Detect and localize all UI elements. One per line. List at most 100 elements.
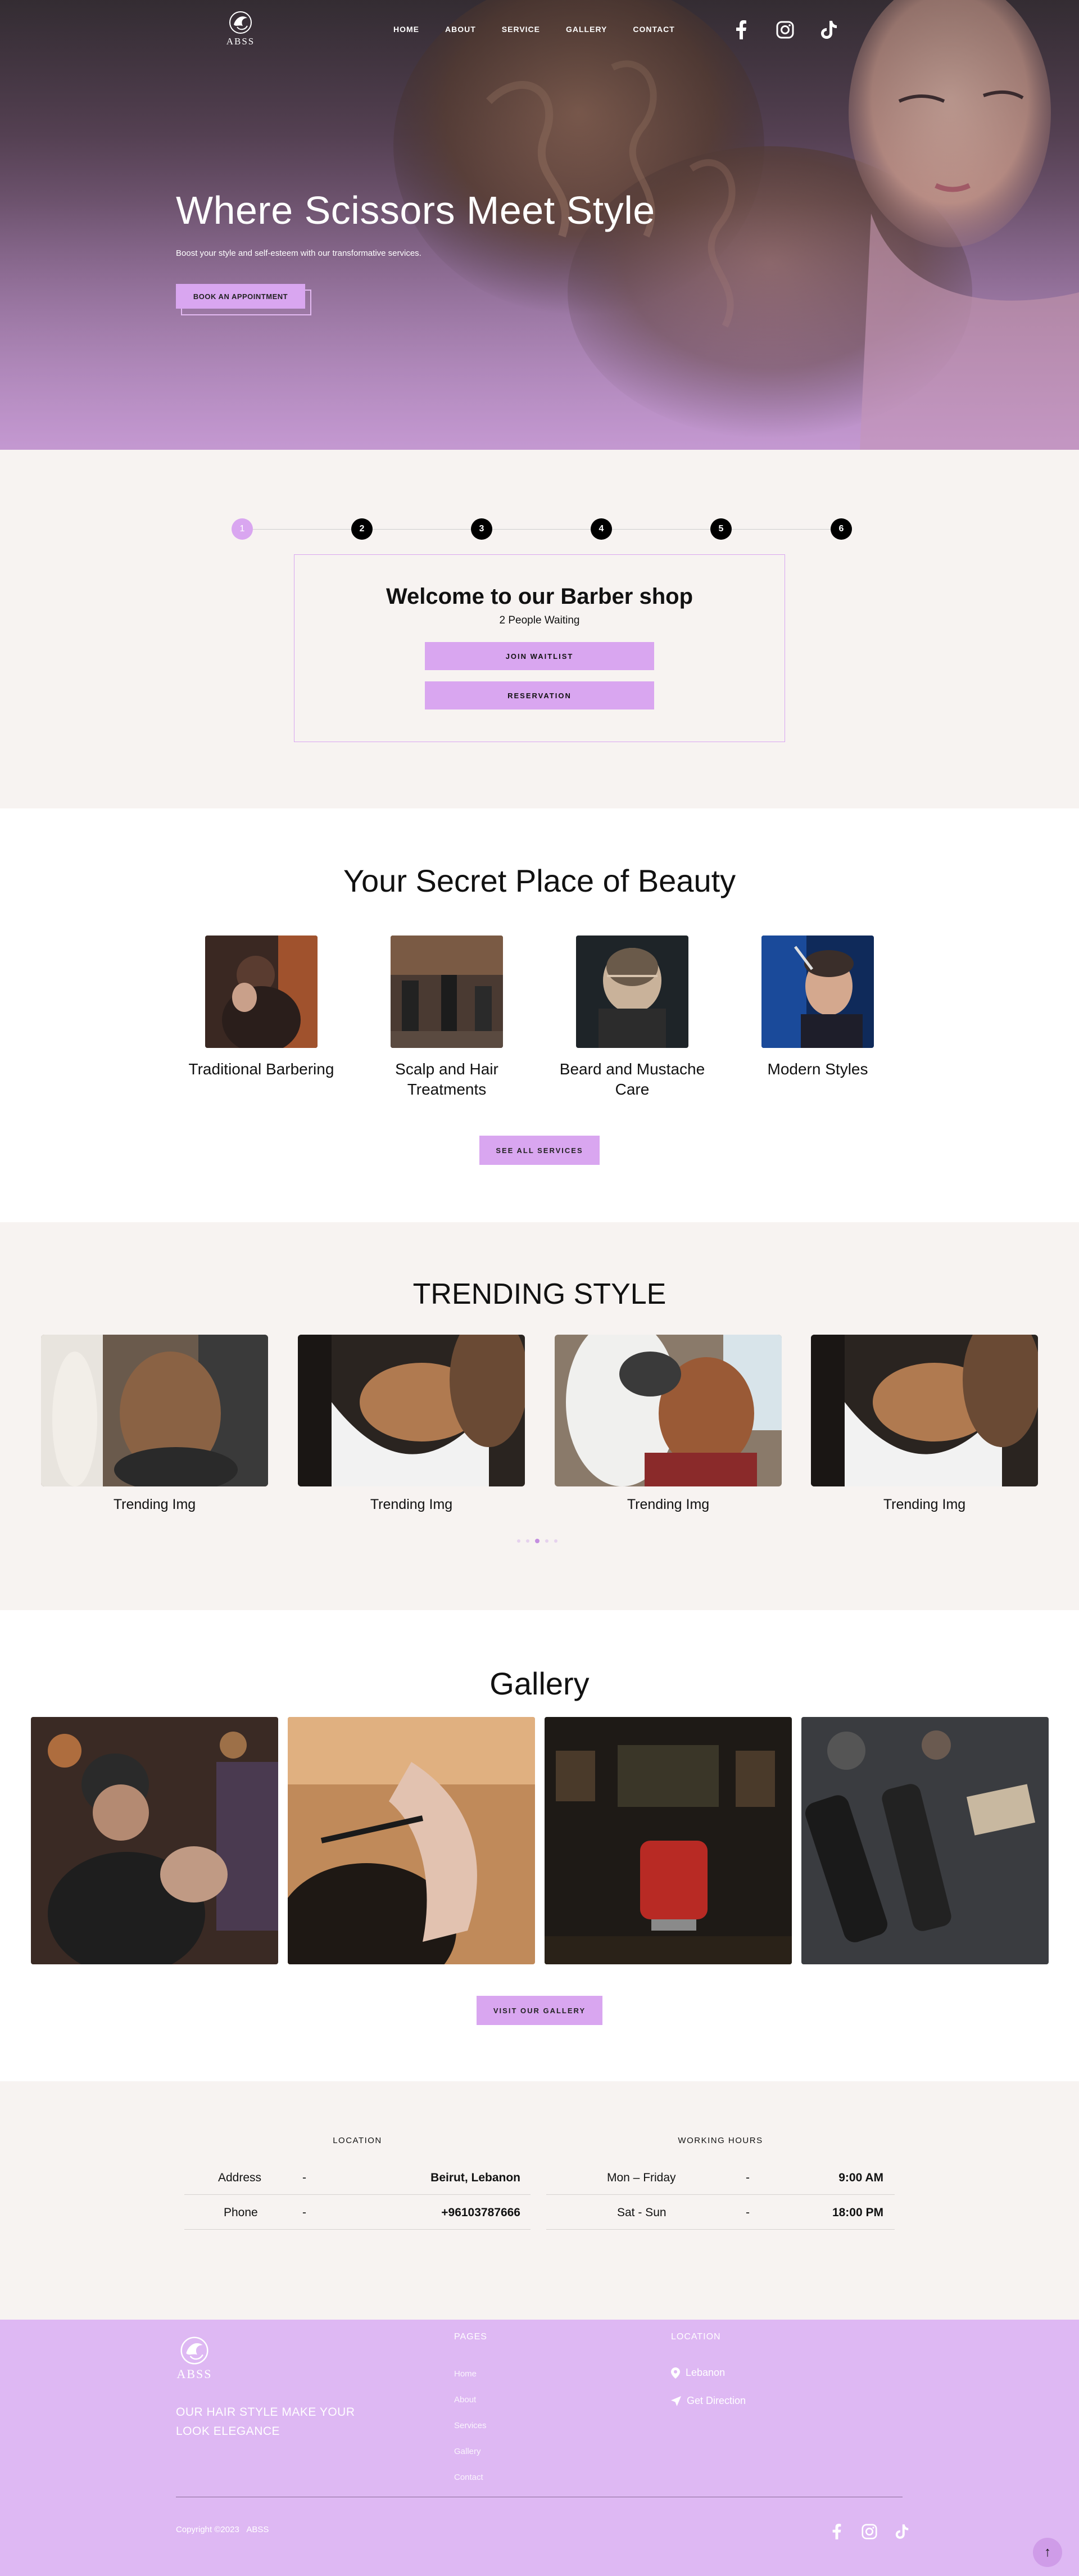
service-image bbox=[576, 936, 688, 1048]
facebook-icon[interactable] bbox=[731, 19, 752, 40]
nav-gallery[interactable]: GALLERY bbox=[566, 25, 607, 34]
step-5[interactable]: 5 bbox=[710, 518, 732, 540]
stepper-line bbox=[242, 529, 841, 530]
carousel-dot[interactable] bbox=[545, 1539, 548, 1543]
map-pin-icon bbox=[671, 2367, 680, 2379]
tiktok-icon[interactable] bbox=[891, 2521, 913, 2542]
gallery-image[interactable] bbox=[288, 1717, 535, 1964]
location-heading: LOCATION bbox=[333, 2136, 382, 2145]
brand-name: ABSS bbox=[226, 36, 255, 47]
main-nav: HOME ABOUT SERVICE GALLERY CONTACT bbox=[393, 25, 675, 34]
copyright: Copyright ©2023 ABSS bbox=[176, 2525, 269, 2534]
facebook-icon[interactable] bbox=[826, 2521, 847, 2542]
gallery-image[interactable] bbox=[31, 1717, 278, 1964]
footer-link-gallery[interactable]: Gallery bbox=[454, 2447, 481, 2456]
trending-section: TRENDING STYLE Trending Img Trending Img… bbox=[0, 1222, 1079, 1610]
info-value: 9:00 AM bbox=[838, 2171, 883, 2184]
footer-link-services[interactable]: Services bbox=[454, 2421, 487, 2430]
tiktok-icon[interactable] bbox=[818, 19, 840, 40]
step-6[interactable]: 6 bbox=[831, 518, 852, 540]
carousel-dot[interactable] bbox=[526, 1539, 529, 1543]
info-separator: - bbox=[746, 2206, 750, 2219]
weekday-hours-row: Mon – Friday - 9:00 AM bbox=[546, 2160, 895, 2195]
footer-link-contact[interactable]: Contact bbox=[454, 2473, 483, 2482]
info-value: Beirut, Lebanon bbox=[430, 2171, 520, 2184]
carousel-dot-active[interactable] bbox=[535, 1539, 540, 1543]
back-to-top-button[interactable]: ↑ bbox=[1033, 2538, 1062, 2567]
footer-brand-name: ABSS bbox=[176, 2367, 212, 2381]
address-row: Address - Beirut, Lebanon bbox=[184, 2160, 531, 2195]
footer-logo[interactable]: ABSS bbox=[176, 2335, 213, 2381]
nav-service[interactable]: SERVICE bbox=[502, 25, 540, 34]
working-hours-heading: WORKING HOURS bbox=[678, 2136, 763, 2145]
services-title: Your Secret Place of Beauty bbox=[343, 863, 736, 898]
logo-mark-icon bbox=[180, 2337, 208, 2365]
step-3[interactable]: 3 bbox=[471, 518, 492, 540]
footer-link-home[interactable]: Home bbox=[454, 2369, 477, 2379]
step-2[interactable]: 2 bbox=[351, 518, 373, 540]
gallery-section: Gallery VISIT OUR GALLERY bbox=[0, 1610, 1079, 2081]
trending-card[interactable]: Trending Img bbox=[555, 1335, 782, 1513]
carousel-dot[interactable] bbox=[554, 1539, 557, 1543]
logo-mark-icon bbox=[229, 11, 252, 34]
see-all-services-button[interactable]: SEE ALL SERVICES bbox=[479, 1136, 600, 1165]
info-separator: - bbox=[302, 2206, 306, 2219]
trending-card[interactable]: Trending Img bbox=[41, 1335, 268, 1513]
gallery-image[interactable] bbox=[545, 1717, 792, 1964]
visit-gallery-button[interactable]: VISIT OUR GALLERY bbox=[477, 1996, 602, 2025]
footer-link-about[interactable]: About bbox=[454, 2395, 476, 2405]
nav-about[interactable]: ABOUT bbox=[445, 25, 476, 34]
trending-title: TRENDING STYLE bbox=[412, 1278, 667, 1310]
trending-name: Trending Img bbox=[113, 1497, 196, 1512]
waitlist-card: Welcome to our Barber shop 2 People Wait… bbox=[294, 554, 785, 742]
book-appointment-button[interactable]: BOOK AN APPOINTMENT bbox=[176, 284, 305, 309]
service-name: Modern Styles bbox=[767, 1060, 868, 1078]
trending-card[interactable]: Trending Img bbox=[811, 1335, 1038, 1513]
instagram-icon[interactable] bbox=[859, 2521, 880, 2542]
trending-card[interactable]: Trending Img bbox=[298, 1335, 525, 1513]
service-card[interactable]: Beard and Mustache Care bbox=[548, 936, 717, 1100]
carousel-dot[interactable] bbox=[517, 1539, 520, 1543]
waitlist-title: Welcome to our Barber shop bbox=[386, 584, 693, 609]
header-social-links bbox=[731, 19, 840, 40]
info-value: 18:00 PM bbox=[832, 2206, 883, 2219]
trending-image bbox=[811, 1335, 1038, 1486]
info-label: Sat - Sun bbox=[617, 2206, 667, 2219]
footer-social-links bbox=[826, 2521, 913, 2542]
nav-contact[interactable]: CONTACT bbox=[633, 25, 674, 34]
service-card[interactable]: Modern Styles bbox=[733, 936, 902, 1079]
instagram-icon[interactable] bbox=[774, 19, 796, 40]
brand-logo[interactable]: ABSS bbox=[226, 10, 255, 47]
navigation-arrow-icon bbox=[671, 2396, 681, 2406]
service-card[interactable]: Scalp and Hair Treatments bbox=[362, 936, 531, 1100]
step-1[interactable]: 1 bbox=[232, 518, 253, 540]
copyright-text: Copyright ©2023 bbox=[176, 2525, 239, 2534]
nav-home[interactable]: HOME bbox=[393, 25, 419, 34]
footer-location-text: Lebanon bbox=[686, 2367, 726, 2378]
gallery-image[interactable] bbox=[801, 1717, 1049, 1964]
info-label: Address bbox=[218, 2171, 262, 2184]
info-label: Phone bbox=[224, 2206, 258, 2219]
step-4[interactable]: 4 bbox=[591, 518, 612, 540]
get-direction-link[interactable]: Get Direction bbox=[671, 2395, 746, 2407]
reservation-button[interactable]: RESERVATION bbox=[425, 681, 654, 709]
trending-name: Trending Img bbox=[627, 1497, 710, 1512]
join-waitlist-button[interactable]: JOIN WAITLIST bbox=[425, 642, 654, 670]
footer-location[interactable]: Lebanon bbox=[671, 2367, 725, 2379]
trending-name: Trending Img bbox=[883, 1497, 966, 1512]
waitlist-section: 1 2 3 4 5 6 Welcome to our Barber shop 2… bbox=[0, 450, 1079, 808]
get-direction-text: Get Direction bbox=[687, 2395, 746, 2406]
trending-image bbox=[298, 1335, 525, 1486]
info-value: +96103787666 bbox=[441, 2206, 520, 2219]
info-label: Mon – Friday bbox=[607, 2171, 676, 2184]
hero-subtitle: Boost your style and self-esteem with ou… bbox=[176, 248, 421, 258]
trending-image bbox=[555, 1335, 782, 1486]
service-card[interactable]: Traditional Barbering bbox=[177, 936, 346, 1079]
phone-row: Phone - +96103787666 bbox=[184, 2195, 531, 2230]
service-name: Scalp and Hair Treatments bbox=[395, 1060, 498, 1098]
hero-title: Where Scissors Meet Style bbox=[176, 188, 655, 232]
queue-stepper: 1 2 3 4 5 6 bbox=[232, 518, 852, 540]
info-separator: - bbox=[746, 2171, 750, 2184]
service-name: Beard and Mustache Care bbox=[559, 1060, 705, 1098]
info-separator: - bbox=[302, 2171, 306, 2184]
